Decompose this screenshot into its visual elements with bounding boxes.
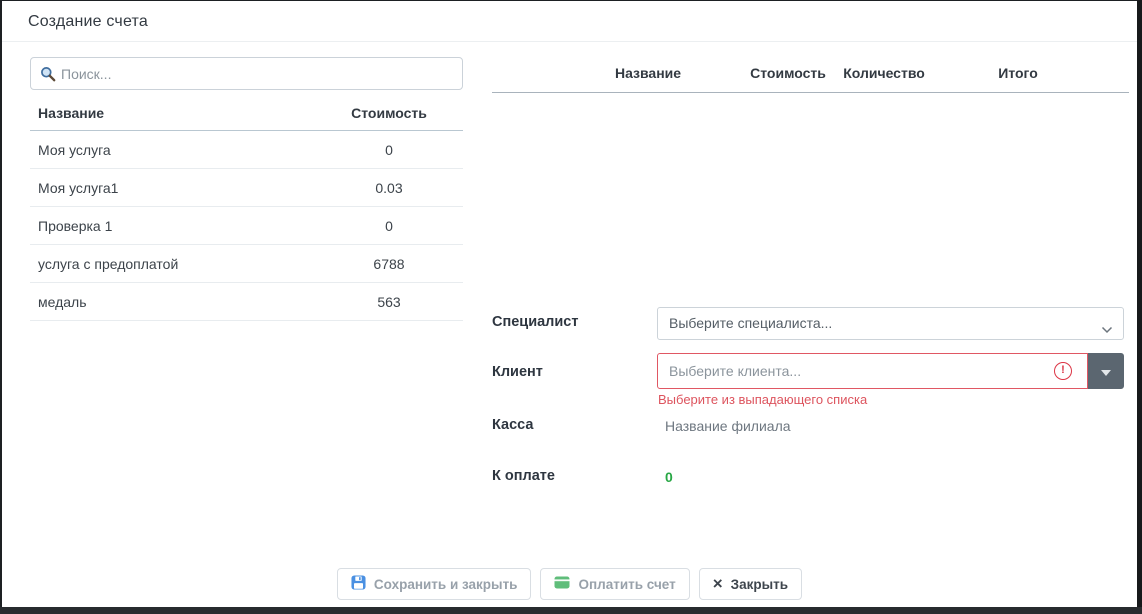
services-table-header: Название Стоимость	[30, 95, 463, 131]
save-icon	[351, 575, 366, 593]
wallet-icon	[554, 576, 570, 592]
service-cost: 563	[329, 294, 449, 310]
search-icon	[40, 66, 56, 87]
pay-invoice-button[interactable]: Оплатить счет	[540, 568, 689, 600]
invoice-column-name: Название	[615, 65, 681, 81]
caret-down-icon	[1101, 370, 1111, 376]
services-panel: Название Стоимость Моя услуга 0 Моя услу…	[30, 57, 463, 321]
invoice-table-header: Название Стоимость Количество Итого	[492, 56, 1129, 93]
client-input[interactable]	[657, 353, 1088, 389]
service-cost: 0	[329, 218, 449, 234]
service-row[interactable]: медаль 563	[30, 283, 463, 321]
client-dropdown-button[interactable]	[1088, 353, 1124, 389]
service-cost: 6788	[329, 256, 449, 272]
service-name: Проверка 1	[30, 218, 329, 234]
service-cost: 0.03	[329, 180, 449, 196]
backdrop-right-edge	[1137, 0, 1142, 614]
service-row[interactable]: Моя услуга 0	[30, 131, 463, 169]
pay-invoice-label: Оплатить счет	[578, 577, 675, 592]
column-header-name: Название	[30, 105, 329, 121]
backdrop-bottom-edge	[0, 607, 1142, 614]
modal-header: Создание счета	[2, 1, 1137, 42]
cashbox-label: Касса	[492, 417, 533, 433]
specialist-select-value: Выберите специалиста...	[669, 315, 832, 331]
client-error-message: Выберите из выпадающего списка	[658, 392, 867, 407]
specialist-label: Специалист	[492, 314, 578, 330]
chevron-down-icon	[1101, 321, 1113, 339]
service-row[interactable]: Проверка 1 0	[30, 207, 463, 245]
specialist-select[interactable]: Выберите специалиста...	[657, 307, 1124, 340]
total-value: 0	[665, 469, 673, 485]
service-name: услуга с предоплатой	[30, 256, 329, 272]
total-label: К оплате	[492, 468, 555, 484]
modal-title: Создание счета	[28, 1, 148, 42]
service-search	[30, 57, 463, 90]
service-name: Моя услуга	[30, 142, 329, 158]
create-invoice-modal: Создание счета Название Стоимость Моя ус…	[2, 1, 1137, 607]
close-label: Закрыть	[731, 577, 788, 592]
screen: { "window": { "title": "Создание счета" …	[0, 0, 1142, 614]
invoice-column-cost: Стоимость	[750, 65, 826, 81]
save-and-close-button[interactable]: Сохранить и закрыть	[337, 568, 532, 600]
close-button[interactable]: × Закрыть	[699, 568, 802, 600]
footer-actions: Сохранить и закрыть Оплатить счет × Закр…	[2, 567, 1137, 601]
service-cost: 0	[329, 142, 449, 158]
invoice-column-qty: Количество	[843, 65, 925, 81]
column-header-cost: Стоимость	[329, 105, 449, 121]
service-name: медаль	[30, 294, 329, 310]
exclamation-circle-icon: !	[1054, 362, 1072, 380]
service-name: Моя услуга1	[30, 180, 329, 196]
service-row[interactable]: Моя услуга1 0.03	[30, 169, 463, 207]
service-row[interactable]: услуга с предоплатой 6788	[30, 245, 463, 283]
services-table-body: Моя услуга 0 Моя услуга1 0.03 Проверка 1…	[30, 131, 463, 321]
close-icon: ×	[713, 575, 723, 592]
client-label: Клиент	[492, 364, 543, 380]
cashbox-value: Название филиала	[665, 418, 791, 434]
save-and-close-label: Сохранить и закрыть	[374, 577, 518, 592]
invoice-column-total: Итого	[998, 65, 1037, 81]
search-input[interactable]	[61, 59, 456, 88]
